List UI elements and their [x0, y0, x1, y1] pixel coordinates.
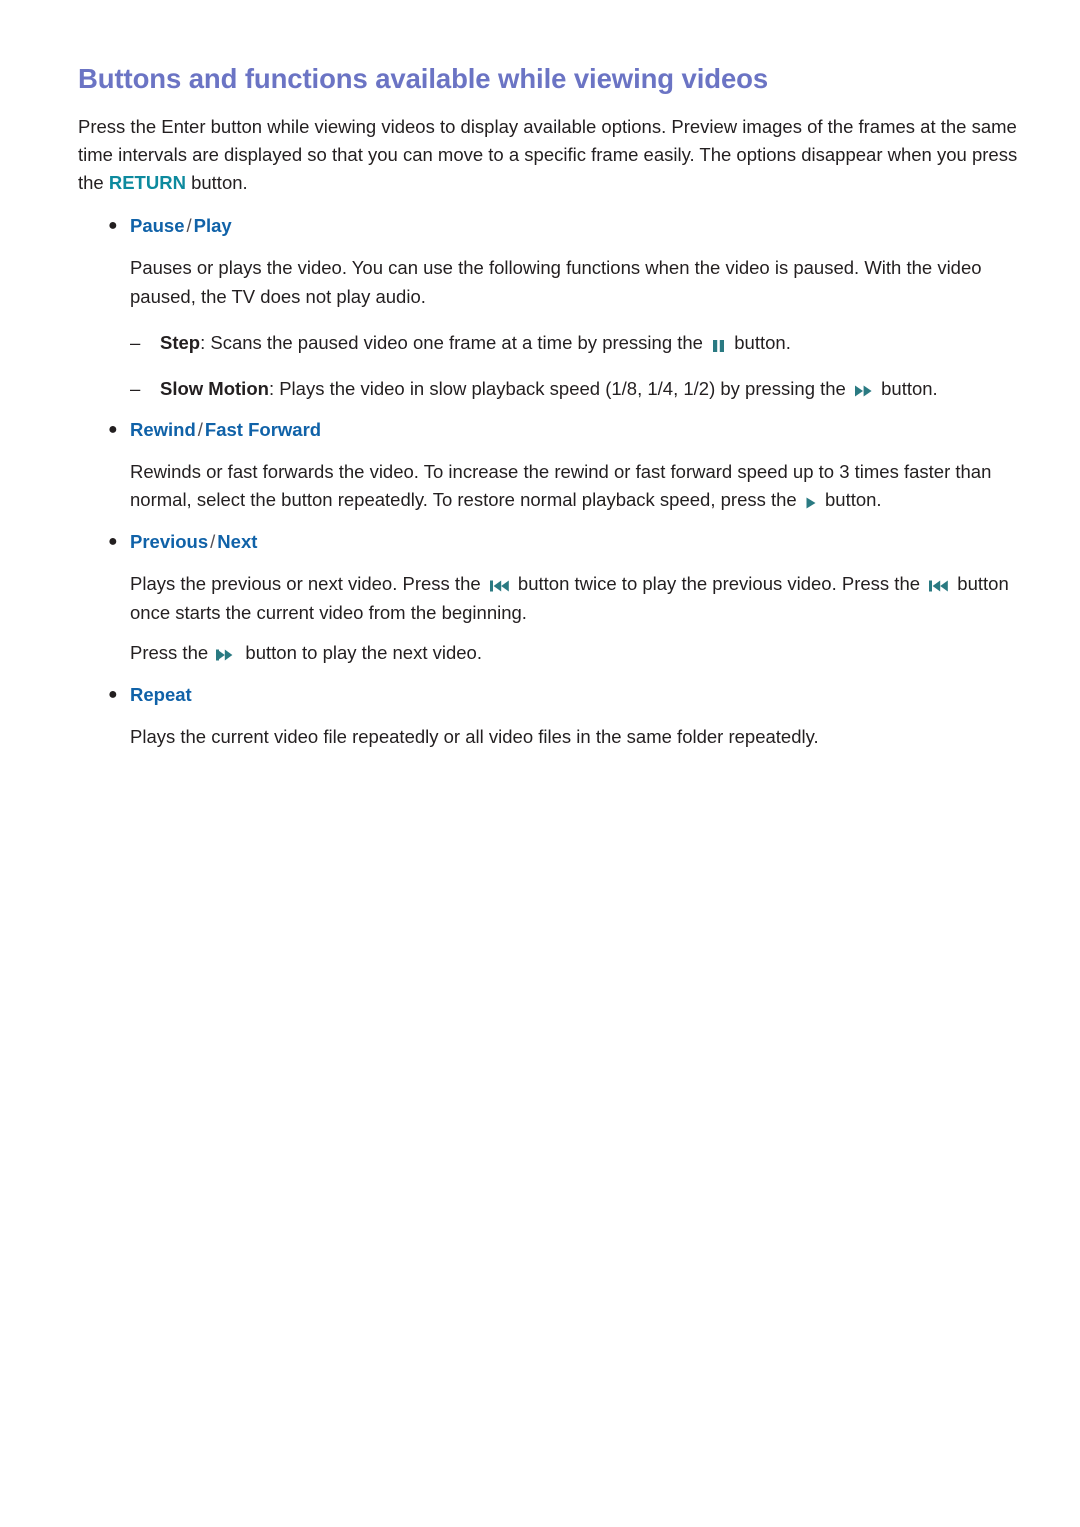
subitem-slow-motion-text: Slow Motion: Plays the video in slow pla… — [160, 375, 938, 403]
paragraph-previous-next-2: Press the button to play the next video. — [78, 639, 1022, 668]
bullet-item-pause-play: ● Pause / Play — [78, 213, 1022, 240]
paragraph-previous-next-1: Plays the previous or next video. Press … — [78, 570, 1022, 627]
label-separator: / — [197, 418, 203, 440]
paragraph-rewind-fast-forward: Rewinds or fast forwards the video. To i… — [78, 458, 1022, 515]
dash-marker: – — [130, 378, 141, 400]
bullet-dot-icon: ● — [108, 217, 118, 235]
next-part-1: Press the — [130, 642, 214, 664]
label-next: Next — [217, 531, 258, 553]
bullet-dot-icon: ● — [108, 420, 118, 438]
step-text-before-icon: Scans the paused video one frame at a ti… — [205, 332, 709, 354]
pause-icon — [711, 338, 726, 354]
paragraph-repeat: Plays the current video file repeatedly … — [130, 725, 819, 747]
label-separator: / — [210, 531, 216, 553]
page-title: Buttons and functions available while vi… — [78, 63, 769, 94]
fast-forward-icon — [854, 383, 873, 399]
step-text-after-icon: button. — [729, 332, 791, 354]
subitem-step-text: Step: Scans the paused video one frame a… — [160, 329, 791, 357]
document-page: Buttons and functions available while vi… — [0, 0, 1080, 1527]
bullet-dot-icon: ● — [108, 533, 118, 551]
intro-text-after-keyword: button. — [185, 172, 248, 194]
return-keyword: RETURN — [108, 172, 186, 194]
intro-paragraph: Press the Enter button while viewing vid… — [78, 113, 1022, 197]
label-pause: Pause — [130, 215, 185, 237]
previous-icon — [928, 578, 949, 594]
next-part-2: button to play the next video. — [240, 642, 482, 664]
bullet-label-rewind-fast-forward: Rewind / Fast Forward — [130, 417, 321, 444]
bullet-item-repeat: ● Repeat — [78, 682, 1022, 709]
term-slow-motion: Slow Motion — [160, 378, 269, 400]
previous-next-part-2: button twice to play the previous video.… — [512, 572, 926, 594]
subitem-step: – Step: Scans the paused video one frame… — [78, 329, 1022, 357]
rewind-text-after-icon: button. — [819, 489, 882, 511]
dash-marker: – — [130, 332, 141, 354]
bullet-label-repeat: Repeat — [130, 683, 192, 705]
subitem-slow-motion: – Slow Motion: Plays the video in slow p… — [78, 375, 1022, 403]
bullet-label-pause-play: Pause / Play — [130, 213, 232, 240]
next-icon — [216, 647, 237, 663]
slow-motion-text-after-icon: button. — [875, 378, 938, 400]
label-previous: Previous — [130, 531, 209, 553]
label-play: Play — [193, 215, 232, 237]
label-fast-forward: Fast Forward — [204, 418, 322, 440]
label-rewind: Rewind — [130, 418, 196, 440]
term-step: Step — [160, 332, 201, 354]
bullet-item-previous-next: ● Previous / Next — [78, 529, 1022, 556]
previous-icon — [489, 578, 510, 594]
play-icon — [805, 495, 817, 511]
bullet-dot-icon: ● — [108, 685, 118, 703]
slow-motion-text-before-icon: Plays the video in slow playback speed (… — [274, 378, 851, 400]
bullet-item-rewind-fast-forward: ● Rewind / Fast Forward — [78, 417, 1022, 444]
previous-next-part-1: Plays the previous or next video. Press … — [130, 572, 486, 594]
bullet-label-previous-next: Previous / Next — [130, 529, 257, 556]
paragraph-pause-play: Pauses or plays the video. You can use t… — [130, 257, 982, 307]
label-separator: / — [186, 215, 192, 237]
